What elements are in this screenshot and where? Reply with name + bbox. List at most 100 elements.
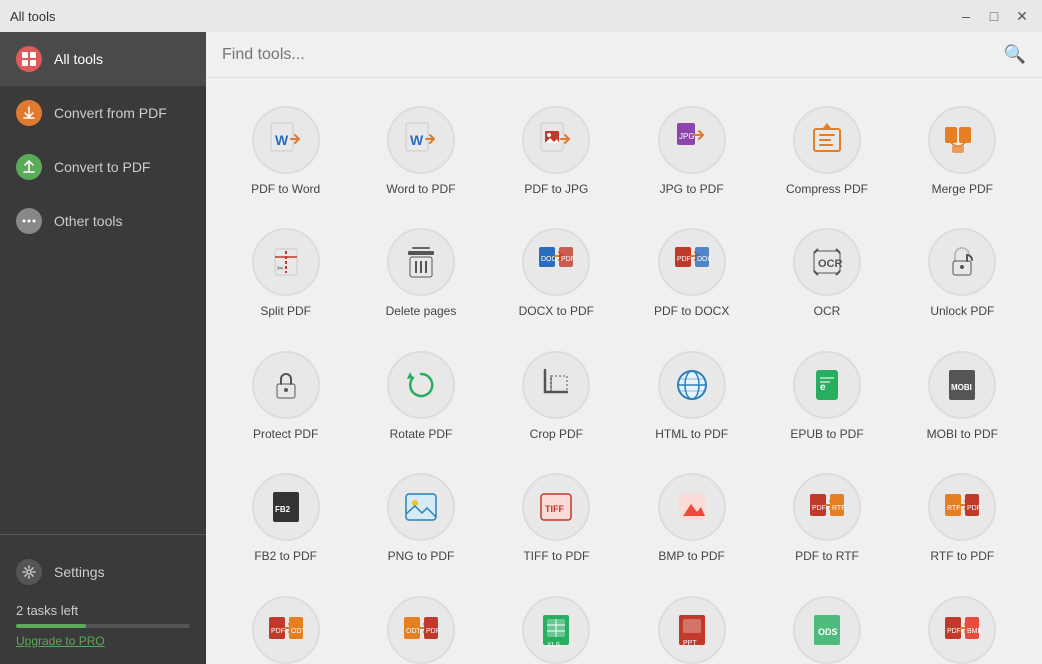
svg-text:PDF: PDF	[677, 256, 691, 263]
tool-item-pdf-to-rtf[interactable]: PDFRTF PDF to RTF	[763, 461, 890, 575]
svg-text:PDF: PDF	[967, 505, 981, 512]
tool-item-unlock-pdf[interactable]: Unlock PDF	[899, 216, 1026, 330]
tool-icon-unlock-pdf	[928, 228, 996, 296]
tool-item-pdf-to-odt[interactable]: PDFODT PDF to ODT	[222, 584, 349, 664]
svg-text:RTF: RTF	[947, 505, 960, 512]
tool-item-ocr[interactable]: OCR OCR	[763, 216, 890, 330]
upload-icon	[16, 154, 42, 180]
tool-label-fb2-to-pdf: FB2 to PDF	[254, 549, 317, 563]
tool-icon-png-to-pdf	[387, 473, 455, 541]
dots-icon	[16, 208, 42, 234]
tool-icon-ppt-to-pdf: PPT	[658, 596, 726, 664]
svg-text:ODS: ODS	[818, 627, 838, 637]
tool-icon-docx-to-pdf: DOCXPDF	[522, 228, 590, 296]
tool-icon-pdf-to-jpg	[522, 106, 590, 174]
tool-item-pdf-to-bmp[interactable]: PDFBMP PDF to BMP	[899, 584, 1026, 664]
svg-text:PDF: PDF	[271, 628, 285, 635]
tool-label-rtf-to-pdf: RTF to PDF	[930, 549, 994, 563]
tool-icon-crop-pdf	[522, 351, 590, 419]
svg-text:PDF: PDF	[812, 505, 826, 512]
tool-item-rtf-to-pdf[interactable]: RTF PDF RTF to PDF	[899, 461, 1026, 575]
tool-item-merge-pdf[interactable]: Merge PDF	[899, 94, 1026, 208]
tool-label-split-pdf: Split PDF	[260, 304, 311, 318]
sidebar-item-label: Convert to PDF	[54, 159, 150, 175]
tool-label-tiff-to-pdf: TIFF to PDF	[523, 549, 589, 563]
tool-item-html-to-pdf[interactable]: HTML to PDF	[628, 339, 755, 453]
svg-text:FB2: FB2	[275, 505, 291, 514]
svg-text:RTF: RTF	[832, 505, 845, 512]
window-title: All tools	[10, 9, 56, 24]
sidebar-item-convert-from-pdf[interactable]: Convert from PDF	[0, 86, 206, 140]
sidebar-item-other-tools[interactable]: Other tools	[0, 194, 206, 248]
tool-label-word-to-pdf: Word to PDF	[386, 182, 455, 196]
tool-item-docx-to-pdf[interactable]: DOCXPDF DOCX to PDF	[493, 216, 620, 330]
upgrade-link[interactable]: Upgrade to PRO	[16, 634, 190, 648]
tool-label-epub-to-pdf: EPUB to PDF	[790, 427, 863, 441]
tool-icon-fb2-to-pdf: FB2	[252, 473, 320, 541]
maximize-button[interactable]: □	[984, 6, 1004, 26]
tool-item-rotate-pdf[interactable]: Rotate PDF	[357, 339, 484, 453]
settings-item[interactable]: Settings	[16, 551, 190, 593]
tool-item-split-pdf[interactable]: ✂ Split PDF	[222, 216, 349, 330]
tool-item-delete-pages[interactable]: Delete pages	[357, 216, 484, 330]
sidebar-item-label: Other tools	[54, 213, 122, 229]
tool-item-crop-pdf[interactable]: Crop PDF	[493, 339, 620, 453]
svg-text:ODT: ODT	[406, 628, 422, 635]
tool-icon-ods-to-pdf: ODS	[793, 596, 861, 664]
tool-item-pdf-to-jpg[interactable]: PDF to JPG	[493, 94, 620, 208]
tool-item-protect-pdf[interactable]: Protect PDF	[222, 339, 349, 453]
tool-label-png-to-pdf: PNG to PDF	[388, 549, 455, 563]
tools-grid: W PDF to Word W Word to PDF PDF to JPG J…	[206, 78, 1042, 664]
sidebar-item-all-tools[interactable]: All tools	[0, 32, 206, 86]
search-button[interactable]: 🔍	[1004, 44, 1026, 65]
minimize-button[interactable]: –	[956, 6, 976, 26]
tool-item-word-to-pdf[interactable]: W Word to PDF	[357, 94, 484, 208]
tool-item-compress-pdf[interactable]: Compress PDF	[763, 94, 890, 208]
tool-label-merge-pdf: Merge PDF	[932, 182, 993, 196]
search-input[interactable]	[222, 46, 996, 64]
tool-item-fb2-to-pdf[interactable]: FB2 FB2 to PDF	[222, 461, 349, 575]
tool-label-mobi-to-pdf: MOBI to PDF	[927, 427, 998, 441]
tool-item-jpg-to-pdf[interactable]: JPG JPG to PDF	[628, 94, 755, 208]
svg-text:e: e	[820, 382, 826, 393]
svg-text:JPG: JPG	[679, 132, 695, 141]
close-button[interactable]: ✕	[1012, 6, 1032, 26]
svg-text:W: W	[275, 132, 289, 148]
content-area: 🔍 W PDF to Word W Word to PDF PDF to JPG…	[206, 32, 1042, 664]
tool-label-pdf-to-jpg: PDF to JPG	[524, 182, 588, 196]
tool-item-png-to-pdf[interactable]: PNG to PDF	[357, 461, 484, 575]
tool-item-tiff-to-pdf[interactable]: TIFF TIFF to PDF	[493, 461, 620, 575]
tool-item-ppt-to-pdf[interactable]: PPT PPT to PDF	[628, 584, 755, 664]
tool-item-bmp-to-pdf[interactable]: BMP to PDF	[628, 461, 755, 575]
svg-text:W: W	[410, 132, 424, 148]
window-controls: – □ ✕	[956, 6, 1032, 26]
svg-text:PDF: PDF	[426, 628, 440, 635]
tool-icon-compress-pdf	[793, 106, 861, 174]
tool-item-pdf-to-word[interactable]: W PDF to Word	[222, 94, 349, 208]
sidebar: All tools Convert from PDF Convert to PD…	[0, 32, 206, 664]
title-bar: All tools – □ ✕	[0, 0, 1042, 32]
sidebar-item-convert-to-pdf[interactable]: Convert to PDF	[0, 140, 206, 194]
tool-icon-ocr: OCR	[793, 228, 861, 296]
tool-item-epub-to-pdf[interactable]: e EPUB to PDF	[763, 339, 890, 453]
svg-text:PDF: PDF	[947, 628, 961, 635]
tool-item-odt-to-pdf[interactable]: ODTPDF ODT to PDF	[357, 584, 484, 664]
tool-label-rotate-pdf: Rotate PDF	[390, 427, 453, 441]
download-icon	[16, 100, 42, 126]
tool-label-crop-pdf: Crop PDF	[530, 427, 583, 441]
tool-icon-merge-pdf	[928, 106, 996, 174]
tool-icon-excel-to-pdf: XLS	[522, 596, 590, 664]
svg-text:BMP: BMP	[967, 628, 981, 635]
tool-icon-tiff-to-pdf: TIFF	[522, 473, 590, 541]
tool-label-delete-pages: Delete pages	[386, 304, 457, 318]
tool-icon-word-to-pdf: W	[387, 106, 455, 174]
settings-icon	[16, 559, 42, 585]
tasks-left: 2 tasks left	[16, 603, 190, 618]
tool-item-ods-to-pdf[interactable]: ODS ODS to PDF	[763, 584, 890, 664]
tool-label-pdf-to-word: PDF to Word	[251, 182, 320, 196]
tool-item-mobi-to-pdf[interactable]: MOBI MOBI to PDF	[899, 339, 1026, 453]
tool-item-excel-to-pdf[interactable]: XLS Excel to PDF	[493, 584, 620, 664]
tool-icon-bmp-to-pdf	[658, 473, 726, 541]
tool-item-pdf-to-docx[interactable]: PDFDOCX PDF to DOCX	[628, 216, 755, 330]
progress-bar	[16, 624, 190, 628]
